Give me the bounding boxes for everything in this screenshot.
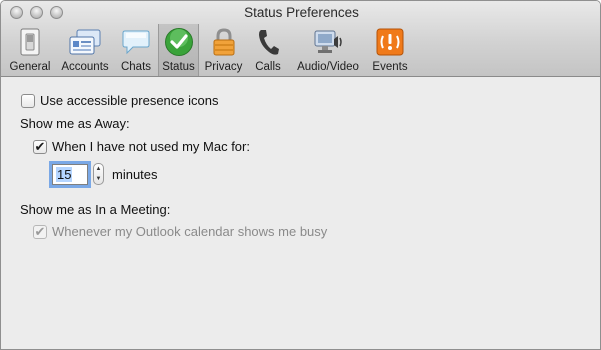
idle-minutes-arrows[interactable]: ▲ ▼	[93, 163, 104, 185]
alert-events-icon	[373, 26, 407, 58]
away-idle-option[interactable]: ✔ When I have not used my Mac for:	[33, 139, 250, 154]
toolbar-item-privacy[interactable]: Privacy	[202, 24, 245, 76]
idle-minutes-value: 15	[56, 166, 73, 182]
toolbar: Status Preferences General Accounts Chat…	[1, 1, 600, 77]
toolbar-label: Accounts	[61, 61, 109, 73]
toolbar-item-accounts[interactable]: Accounts	[59, 24, 111, 76]
padlock-icon	[207, 26, 241, 58]
switch-icon	[13, 26, 47, 58]
accessible-icons-checkbox[interactable]	[21, 93, 35, 108]
idle-minutes-input[interactable]: 15	[52, 163, 88, 185]
accounts-icon	[68, 26, 102, 58]
toolbar-item-status[interactable]: Status	[158, 24, 199, 76]
chat-bubble-icon	[119, 26, 153, 58]
away-idle-label: When I have not used my Mac for:	[52, 139, 250, 154]
away-idle-checkbox[interactable]: ✔	[33, 139, 47, 154]
accessible-icons-option[interactable]: Use accessible presence icons	[21, 93, 218, 108]
window-title: Status Preferences	[244, 5, 359, 20]
toolbar-item-general[interactable]: General	[7, 24, 53, 76]
toolbar-label: Audio/Video	[297, 61, 359, 73]
status-preferences-window: Status Preferences General Accounts Chat…	[0, 0, 601, 350]
meeting-calendar-checkbox: ✔	[33, 223, 47, 239]
toolbar-item-audio-video[interactable]: Audio/Video	[291, 24, 365, 76]
toolbar-label: General	[9, 61, 51, 73]
increment-arrow-icon[interactable]: ▲	[96, 166, 102, 172]
toolbar-item-events[interactable]: Events	[369, 24, 411, 76]
status-checkmark-icon	[162, 26, 196, 58]
away-heading: Show me as Away:	[20, 116, 130, 131]
idle-minutes-stepper: 15 ▲ ▼ minutes	[52, 163, 158, 185]
toolbar-item-calls[interactable]: Calls	[251, 24, 285, 76]
meeting-calendar-label: Whenever my Outlook calendar shows me bu…	[52, 224, 328, 239]
status-settings-panel: Use accessible presence icons Show me as…	[1, 77, 600, 349]
toolbar-label: Calls	[255, 61, 281, 73]
phone-handset-icon	[251, 26, 285, 58]
toolbar-label: Chats	[120, 61, 152, 73]
meeting-calendar-option: ✔ Whenever my Outlook calendar shows me …	[33, 224, 327, 239]
accessible-icons-label: Use accessible presence icons	[40, 93, 219, 108]
decrement-arrow-icon[interactable]: ▼	[96, 176, 102, 182]
toolbar-label: Privacy	[204, 61, 243, 73]
meeting-heading: Show me as In a Meeting:	[20, 202, 171, 217]
webcam-speaker-icon	[311, 26, 345, 58]
toolbar-label: Events	[372, 61, 408, 73]
minutes-unit-label: minutes	[112, 166, 158, 182]
toolbar-item-chats[interactable]: Chats	[117, 24, 155, 76]
toolbar-label: Status	[162, 61, 195, 73]
